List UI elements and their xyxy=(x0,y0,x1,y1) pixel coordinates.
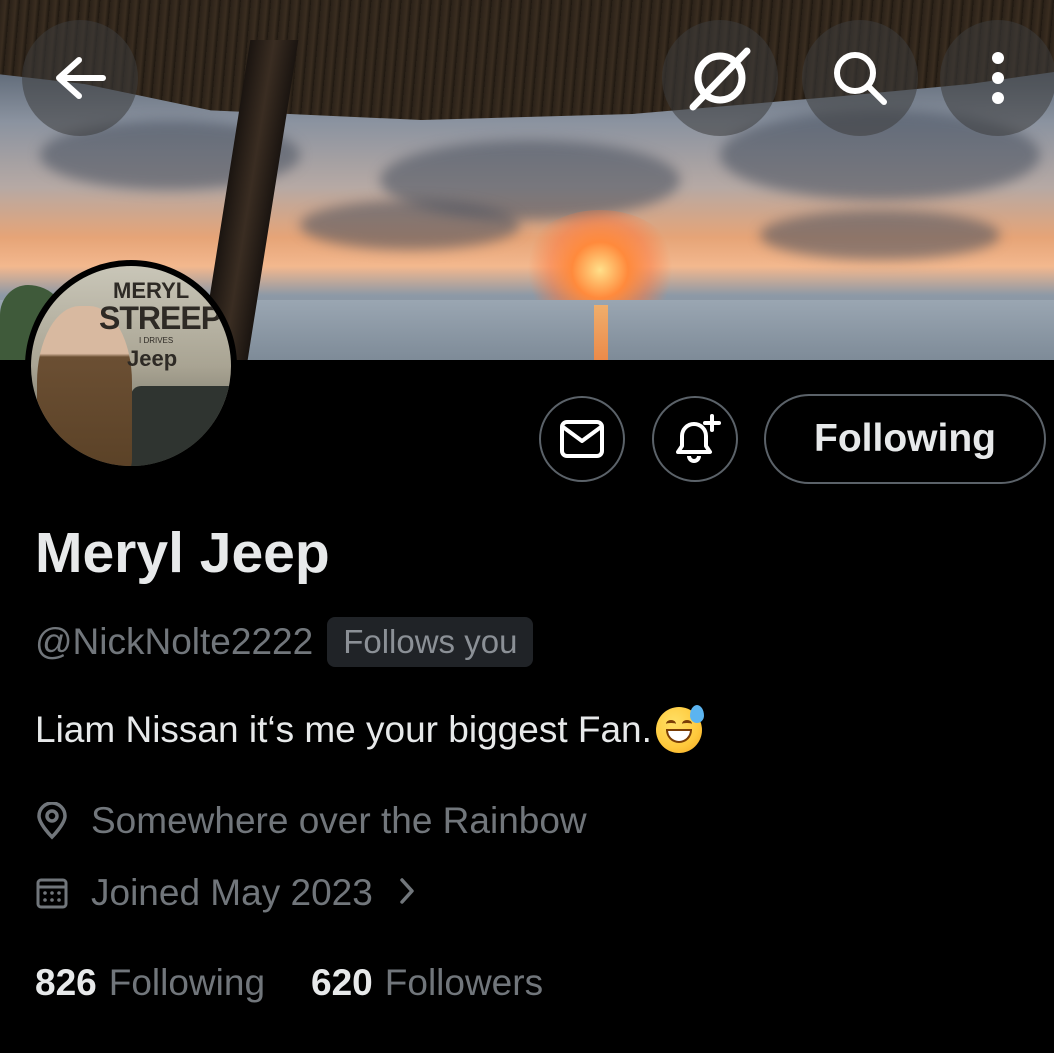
location-text: Somewhere over the Rainbow xyxy=(91,800,587,841)
handle: @NickNolte2222 xyxy=(35,621,314,662)
more-vertical-icon xyxy=(992,52,1004,104)
bell-plus-icon xyxy=(676,414,721,463)
search-icon xyxy=(834,52,887,105)
location-pin-icon xyxy=(37,802,67,840)
avatar[interactable]: MERYL STREEP I DRIVES Jeep xyxy=(25,260,237,472)
calendar-icon xyxy=(36,878,68,909)
grok-button[interactable] xyxy=(662,20,778,136)
following-button[interactable]: Following xyxy=(764,394,1046,484)
followers-count: 620 xyxy=(311,962,373,1003)
following-stat[interactable]: 826 Following xyxy=(35,962,265,1004)
location-row: Somewhere over the Rainbow xyxy=(35,800,587,842)
banner-cloud xyxy=(300,200,520,250)
search-button[interactable] xyxy=(802,20,918,136)
avatar-image: MERYL STREEP I DRIVES Jeep xyxy=(31,266,231,466)
followers-label: Followers xyxy=(384,962,544,1003)
back-button[interactable] xyxy=(22,20,138,136)
avatar-text: STREEP xyxy=(99,300,222,336)
handle-row: @NickNolte2222 Follows you xyxy=(35,617,534,667)
more-button[interactable] xyxy=(940,20,1054,136)
followers-stat[interactable]: 620 Followers xyxy=(311,962,543,1004)
banner-cloud xyxy=(760,210,1000,260)
envelope-icon xyxy=(560,420,604,458)
avatar-text: I DRIVES xyxy=(139,336,174,345)
bio-text: Liam Nissan it‘s me your biggest Fan. xyxy=(35,709,652,750)
display-name: Meryl Jeep xyxy=(35,521,330,585)
notifications-button[interactable] xyxy=(652,396,738,482)
follows-you-badge: Follows you xyxy=(327,617,534,667)
grinning-sweat-emoji-icon xyxy=(655,705,704,753)
sun-reflection xyxy=(594,305,608,360)
joined-row[interactable]: Joined May 2023 xyxy=(35,872,437,914)
grok-icon xyxy=(689,47,751,111)
message-button[interactable] xyxy=(539,396,625,482)
bio: Liam Nissan it‘s me your biggest Fan. xyxy=(35,705,704,753)
following-count: 826 xyxy=(35,962,97,1003)
following-label: Following xyxy=(108,962,266,1003)
avatar-text: Jeep xyxy=(127,346,178,371)
arrow-left-icon xyxy=(56,57,106,99)
chevron-right-icon xyxy=(399,872,437,914)
joined-text: Joined May 2023 xyxy=(91,872,373,913)
avatar-jeep xyxy=(131,386,231,466)
follow-stats: 826 Following 620 Followers xyxy=(35,962,589,1004)
